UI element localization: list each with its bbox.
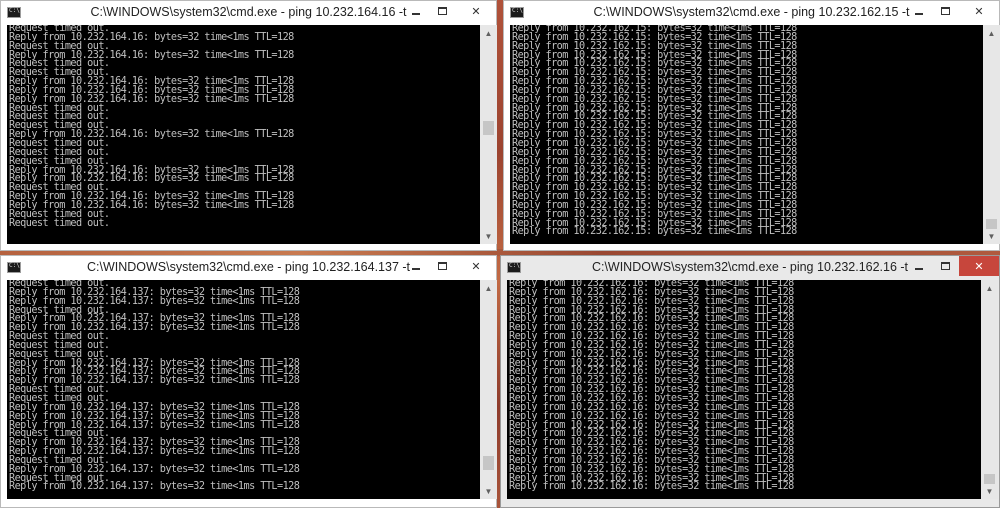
console-text: Reply from 10.232.162.16: bytes=32 time<… — [509, 280, 794, 493]
vertical-scrollbar[interactable]: ▲ ▼ — [983, 25, 1000, 244]
scroll-down-button[interactable]: ▼ — [480, 228, 497, 244]
title-bar[interactable]: C:\WINDOWS\system32\cmd.exe - ping 10.23… — [1, 1, 496, 25]
minimize-button[interactable] — [402, 1, 429, 21]
vertical-scrollbar[interactable]: ▲ ▼ — [981, 280, 998, 499]
console-text: Request timed out. Reply from 10.232.164… — [9, 25, 294, 229]
cmd-window-active[interactable]: C:\WINDOWS\system32\cmd.exe - ping 10.23… — [500, 255, 1000, 508]
scroll-thumb[interactable] — [483, 456, 494, 470]
vertical-scrollbar[interactable]: ▲ ▼ — [480, 25, 497, 244]
minimize-button[interactable] — [905, 1, 932, 21]
scroll-up-button[interactable]: ▲ — [983, 25, 1000, 41]
scroll-down-arrow-icon: ▼ — [484, 231, 493, 241]
window-controls: ✕ — [402, 1, 496, 21]
console-output[interactable]: Reply from 10.232.162.15: bytes=32 time<… — [510, 25, 983, 244]
window-controls: ✕ — [905, 1, 999, 21]
title-bar[interactable]: C:\WINDOWS\system32\cmd.exe - ping 10.23… — [504, 1, 999, 25]
scroll-down-button[interactable]: ▼ — [480, 483, 497, 499]
title-bar[interactable]: C:\WINDOWS\system32\cmd.exe - ping 10.23… — [501, 256, 999, 280]
scroll-thumb[interactable] — [483, 121, 494, 135]
scroll-down-button[interactable]: ▼ — [981, 483, 998, 499]
scroll-down-arrow-icon: ▼ — [985, 486, 994, 496]
console-text: Request timed out. Reply from 10.232.164… — [9, 280, 300, 493]
window-controls: ✕ — [905, 256, 999, 276]
minimize-icon — [914, 13, 923, 15]
scroll-up-arrow-icon: ▲ — [985, 283, 994, 293]
window-controls: ✕ — [402, 256, 496, 276]
vertical-scrollbar[interactable]: ▲ ▼ — [480, 280, 497, 499]
scroll-up-button[interactable]: ▲ — [981, 280, 998, 296]
close-button[interactable]: ✕ — [959, 1, 999, 21]
cmd-window[interactable]: C:\WINDOWS\system32\cmd.exe - ping 10.23… — [0, 0, 497, 251]
minimize-button[interactable] — [905, 256, 932, 276]
scroll-up-arrow-icon: ▲ — [987, 28, 996, 38]
scroll-up-arrow-icon: ▲ — [484, 28, 493, 38]
minimize-icon — [411, 13, 420, 15]
close-icon: ✕ — [471, 260, 481, 273]
close-icon: ✕ — [471, 5, 481, 18]
minimize-button[interactable] — [402, 256, 429, 276]
scroll-up-button[interactable]: ▲ — [480, 25, 497, 41]
maximize-icon — [941, 262, 950, 270]
maximize-button[interactable] — [932, 256, 959, 276]
console-output[interactable]: Request timed out. Reply from 10.232.164… — [7, 280, 480, 499]
console-text: Reply from 10.232.162.15: bytes=32 time<… — [512, 25, 797, 238]
maximize-icon — [438, 7, 447, 15]
cmd-window[interactable]: C:\WINDOWS\system32\cmd.exe - ping 10.23… — [503, 0, 1000, 251]
scroll-down-arrow-icon: ▼ — [484, 486, 493, 496]
scroll-up-arrow-icon: ▲ — [484, 283, 493, 293]
maximize-button[interactable] — [429, 1, 456, 21]
close-button[interactable]: ✕ — [456, 1, 496, 21]
scroll-up-button[interactable]: ▲ — [480, 280, 497, 296]
maximize-icon — [438, 262, 447, 270]
maximize-button[interactable] — [429, 256, 456, 276]
close-button[interactable]: ✕ — [959, 256, 999, 276]
title-bar[interactable]: C:\WINDOWS\system32\cmd.exe - ping 10.23… — [1, 256, 496, 280]
console-output[interactable]: Reply from 10.232.162.16: bytes=32 time<… — [507, 280, 981, 499]
scroll-down-button[interactable]: ▼ — [983, 228, 1000, 244]
minimize-icon — [411, 268, 420, 270]
maximize-icon — [941, 7, 950, 15]
console-output[interactable]: Request timed out. Reply from 10.232.164… — [7, 25, 480, 244]
close-button[interactable]: ✕ — [456, 256, 496, 276]
close-icon: ✕ — [974, 260, 984, 273]
maximize-button[interactable] — [932, 1, 959, 21]
cmd-window[interactable]: C:\WINDOWS\system32\cmd.exe - ping 10.23… — [0, 255, 497, 508]
minimize-icon — [914, 268, 923, 270]
scroll-down-arrow-icon: ▼ — [987, 231, 996, 241]
close-icon: ✕ — [974, 5, 984, 18]
